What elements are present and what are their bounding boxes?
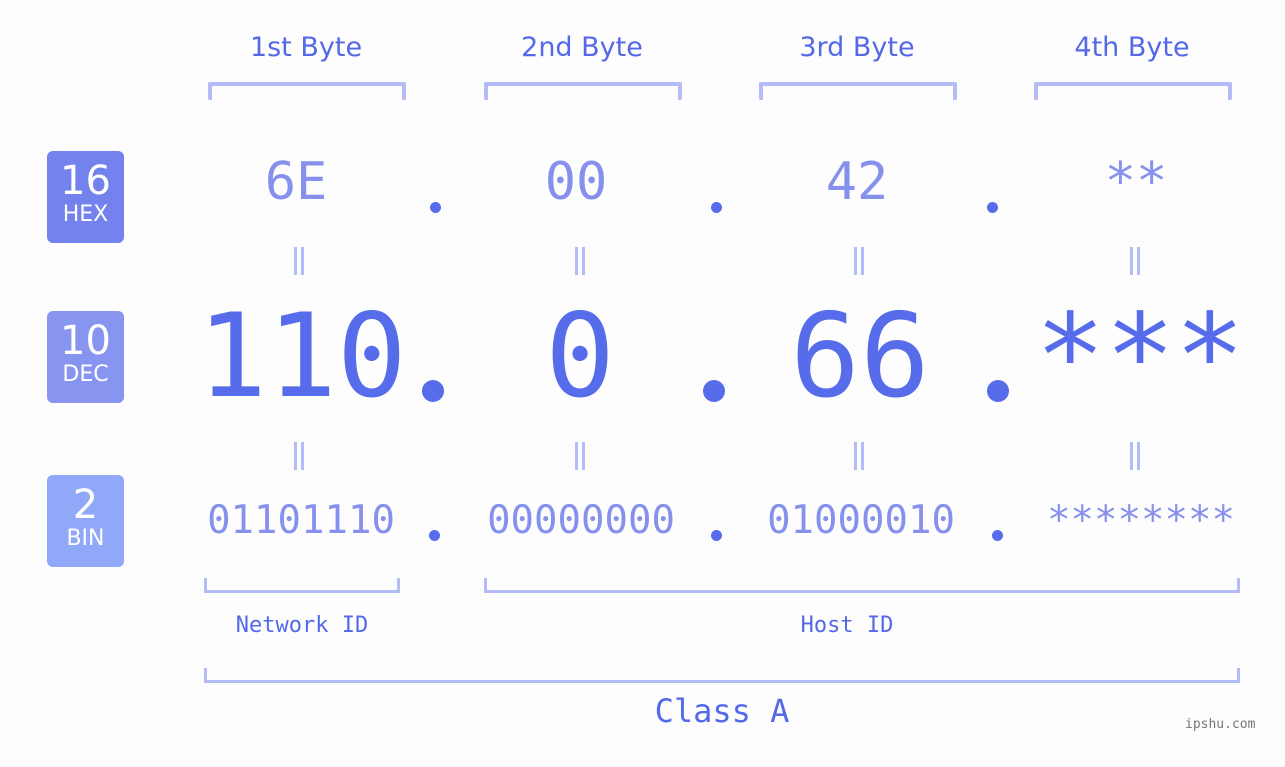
bin-byte-1: 01101110: [207, 498, 395, 543]
bin-dot-3: [992, 530, 1003, 541]
host-id-label: Host ID: [800, 613, 894, 638]
byte-header-3: 3rd Byte: [799, 32, 915, 63]
hex-byte-1: 6E: [264, 152, 328, 212]
dec-byte-3: 66: [790, 289, 930, 424]
bin-byte-4: ********: [1047, 498, 1235, 543]
bin-badge: 2 BIN: [47, 475, 124, 567]
bin-byte-3: 01000010: [767, 498, 955, 543]
dec-dot-3: [987, 380, 1009, 402]
bin-base: 2: [72, 482, 99, 528]
dec-byte-4: ***: [1035, 289, 1245, 424]
byte-header-4: 4th Byte: [1074, 32, 1190, 63]
hex-dot-3: [987, 202, 998, 213]
network-id-bracket: [204, 578, 400, 593]
hex-byte-2: 00: [544, 152, 608, 212]
dec-badge: 10 DEC: [47, 311, 124, 403]
equals-icon: [573, 442, 587, 470]
dec-dot-1: [422, 380, 444, 402]
bin-dot-2: [711, 530, 722, 541]
class-label: Class A: [654, 692, 790, 730]
hex-dot-2: [711, 202, 722, 213]
byte-bracket-1: [208, 82, 406, 100]
byte-bracket-4: [1034, 82, 1232, 100]
dec-dot-2: [703, 380, 725, 402]
hex-label: HEX: [62, 202, 109, 227]
bin-dot-1: [429, 530, 440, 541]
hex-badge: 16 HEX: [47, 151, 124, 243]
byte-header-2: 2nd Byte: [521, 32, 643, 63]
dec-byte-1: 110: [197, 289, 407, 424]
class-bracket: [204, 668, 1240, 683]
host-id-bracket: [484, 578, 1240, 593]
byte-bracket-3: [759, 82, 957, 100]
hex-byte-3: 42: [825, 152, 889, 212]
dec-label: DEC: [62, 362, 109, 387]
equals-icon: [852, 247, 866, 275]
equals-icon: [1128, 442, 1142, 470]
dec-base: 10: [60, 318, 111, 364]
network-id-label: Network ID: [235, 613, 369, 638]
watermark: ipshu.com: [1185, 717, 1256, 732]
byte-header-1: 1st Byte: [249, 32, 363, 63]
bin-byte-2: 00000000: [487, 498, 675, 543]
byte-bracket-2: [484, 82, 682, 100]
equals-icon: [852, 442, 866, 470]
hex-base: 16: [60, 158, 111, 204]
dec-byte-2: 0: [545, 289, 615, 424]
hex-dot-1: [430, 202, 441, 213]
equals-icon: [573, 247, 587, 275]
bin-label: BIN: [66, 526, 105, 551]
hex-byte-4: **: [1104, 152, 1168, 212]
equals-icon: [1128, 247, 1142, 275]
equals-icon: [292, 442, 306, 470]
equals-icon: [292, 247, 306, 275]
